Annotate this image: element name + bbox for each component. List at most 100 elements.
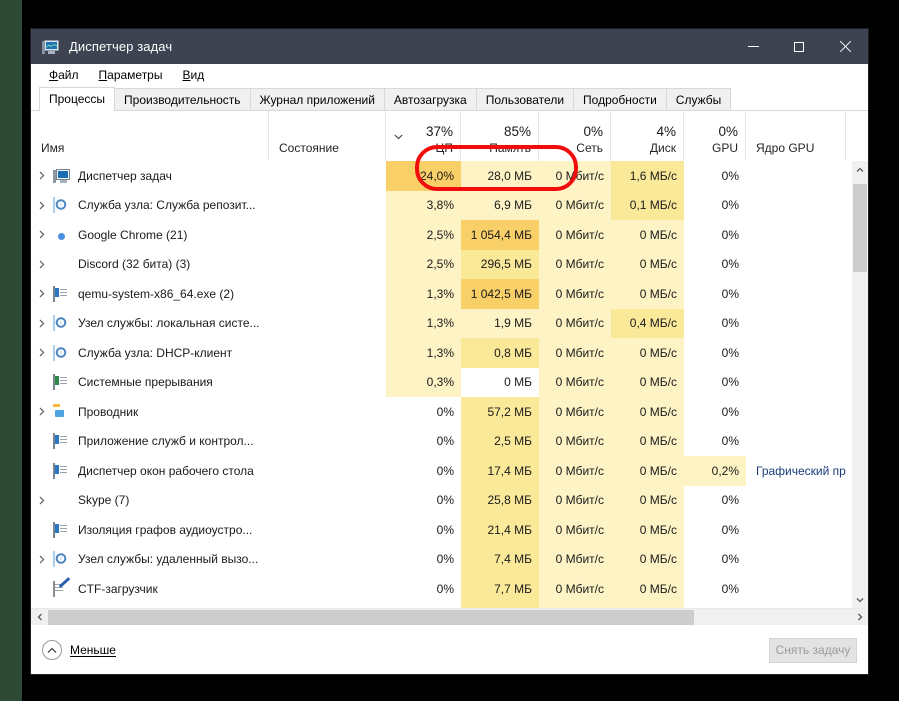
expand-chevron-icon[interactable]: [31, 338, 53, 368]
cell-disk: 0 МБ/с: [611, 338, 684, 368]
discord-icon: [53, 256, 70, 272]
cell-gpu: 0,2%: [684, 456, 746, 486]
vertical-scrollbar[interactable]: [851, 161, 868, 608]
maximize-button[interactable]: [776, 29, 822, 64]
cell-gpu: 0%: [684, 250, 746, 280]
cell-gpu: 0%: [684, 574, 746, 604]
process-name: Диспетчер задач: [78, 169, 172, 183]
expand-chevron-icon[interactable]: [31, 220, 53, 250]
column-header-label: GPU: [712, 140, 738, 156]
expand-chevron-icon[interactable]: [31, 250, 53, 280]
service-gear-icon: [53, 551, 70, 567]
expand-chevron-icon[interactable]: [31, 397, 53, 427]
tab-6[interactable]: Подробности: [573, 88, 667, 111]
cell-cpu: 0%: [386, 397, 461, 427]
column-header-gpu[interactable]: 0%GPU: [684, 111, 746, 161]
tab-4[interactable]: Автозагрузка: [384, 88, 477, 111]
tab-3[interactable]: Журнал приложений: [250, 88, 385, 111]
table-row[interactable]: Приложение служб и контрол...0%2,5 МБ0 М…: [31, 427, 851, 457]
table-row[interactable]: Служба узла: DHCP-клиент1,3%0,8 МБ0 Мбит…: [31, 338, 851, 368]
cell-gpu: 0%: [684, 515, 746, 545]
table-row[interactable]: Проводник0%57,2 МБ0 Мбит/с0 МБ/с0%: [31, 397, 851, 427]
table-row[interactable]: qemu-system-x86_64.exe (2)1,3%1 042,5 МБ…: [31, 279, 851, 309]
column-header-memory[interactable]: 85%Память: [461, 111, 539, 161]
column-header-gpucore[interactable]: Ядро GPU: [746, 111, 846, 161]
table-row[interactable]: Узел службы: удаленный вызо...0%7,4 МБ0 …: [31, 545, 851, 575]
cell-gpu: 0%: [684, 486, 746, 516]
less-details-label: Меньше: [70, 643, 116, 657]
process-name: Изоляция графов аудиоустро...: [78, 523, 252, 537]
window-titlebar[interactable]: Диспетчер задач: [31, 29, 868, 64]
cell-gpucore: [746, 191, 846, 221]
column-header-net[interactable]: 0%Сеть: [539, 111, 611, 161]
cell-gpucore: [746, 279, 846, 309]
cell-memory: 0 МБ: [461, 368, 539, 398]
table-row[interactable]: Диспетчер задач24,0%28,0 МБ0 Мбит/с1,6 М…: [31, 161, 851, 191]
menu-item-1[interactable]: Файл: [39, 66, 89, 84]
expand-chevron-icon[interactable]: [31, 279, 53, 309]
column-header-name[interactable]: Имя: [31, 111, 269, 161]
expander-placeholder: [31, 456, 53, 486]
expand-chevron-icon[interactable]: [31, 191, 53, 221]
end-task-button[interactable]: Снять задачу: [769, 638, 857, 663]
menu-item-3[interactable]: Вид: [172, 66, 214, 84]
cell-gpu: 0%: [684, 427, 746, 457]
scroll-up-button[interactable]: [852, 161, 868, 178]
scroll-down-button[interactable]: [852, 591, 868, 608]
cell-name: Skype (7): [31, 486, 269, 516]
expand-chevron-icon[interactable]: [31, 545, 53, 575]
column-header-percent: 0%: [583, 123, 603, 140]
process-list[interactable]: Диспетчер задач24,0%28,0 МБ0 Мбит/с1,6 М…: [31, 161, 851, 608]
cell-net: 0 Мбит/с: [539, 279, 611, 309]
expand-chevron-icon[interactable]: [31, 161, 53, 191]
tab-2[interactable]: Производительность: [114, 88, 250, 111]
cell-disk: 1,6 МБ/с: [611, 161, 684, 191]
tab-1[interactable]: Процессы: [39, 87, 115, 111]
horizontal-scrollbar[interactable]: [31, 608, 868, 625]
cell-gpucore: [746, 338, 846, 368]
column-header-label: Сеть: [576, 140, 603, 156]
table-row[interactable]: Узел службы: локальная систе...1,3%1,9 М…: [31, 309, 851, 339]
cell-status: [269, 427, 386, 457]
table-row[interactable]: Диспетчер окон рабочего стола0%17,4 МБ0 …: [31, 456, 851, 486]
column-header-cpu[interactable]: 37%ЦП: [386, 111, 461, 161]
table-row[interactable]: Системные прерывания0,3%0 МБ0 Мбит/с0 МБ…: [31, 368, 851, 398]
table-row[interactable]: CTF-загрузчик0%7,7 МБ0 Мбит/с0 МБ/с0%: [31, 574, 851, 604]
cell-net: 0 Мбит/с: [539, 456, 611, 486]
horizontal-scroll-thumb[interactable]: [48, 610, 694, 625]
tab-5[interactable]: Пользователи: [476, 88, 574, 111]
horizontal-scroll-track[interactable]: [48, 609, 851, 626]
cell-disk: 0 МБ/с: [611, 250, 684, 280]
cell-name: Служба узла: DHCP-клиент: [31, 338, 269, 368]
cell-memory: 1 042,5 МБ: [461, 279, 539, 309]
cell-name: Узел службы: удаленный вызо...: [31, 545, 269, 575]
table-row[interactable]: Изоляция графов аудиоустро...0%21,4 МБ0 …: [31, 515, 851, 545]
scroll-left-button[interactable]: [31, 609, 48, 626]
cell-cpu: 3,8%: [386, 191, 461, 221]
cell-status: [269, 456, 386, 486]
scroll-right-button[interactable]: [851, 609, 868, 626]
tab-7[interactable]: Службы: [666, 88, 731, 111]
vertical-scroll-thumb[interactable]: [853, 184, 867, 272]
vertical-scroll-track[interactable]: [852, 178, 868, 591]
column-header-disk[interactable]: 4%Диск: [611, 111, 684, 161]
column-header-label: Память: [489, 140, 531, 156]
table-row[interactable]: Skype (7)0%25,8 МБ0 Мбит/с0 МБ/с0%: [31, 486, 851, 516]
expand-chevron-icon[interactable]: [31, 309, 53, 339]
menu-item-2[interactable]: Параметры: [89, 66, 173, 84]
less-details-button[interactable]: Меньше: [42, 640, 116, 660]
column-header-label: Имя: [41, 140, 64, 156]
cell-cpu: 0%: [386, 486, 461, 516]
desktop-left-strip: [0, 0, 22, 701]
cell-gpucore: [746, 309, 846, 339]
column-header-percent: 85%: [504, 123, 531, 140]
close-button[interactable]: [822, 29, 868, 64]
column-header-status[interactable]: Состояние: [269, 111, 386, 161]
cell-status: [269, 250, 386, 280]
table-row[interactable]: Discord (32 бита) (3)2,5%296,5 МБ0 Мбит/…: [31, 250, 851, 280]
minimize-button[interactable]: [730, 29, 776, 64]
table-row[interactable]: Google Chrome (21)2,5%1 054,4 МБ0 Мбит/с…: [31, 220, 851, 250]
cell-gpu: 0%: [684, 220, 746, 250]
table-row[interactable]: Служба узла: Служба репозит...3,8%6,9 МБ…: [31, 191, 851, 221]
column-header-row: ИмяСостояние37%ЦП85%Память0%Сеть4%Диск0%…: [31, 111, 868, 161]
